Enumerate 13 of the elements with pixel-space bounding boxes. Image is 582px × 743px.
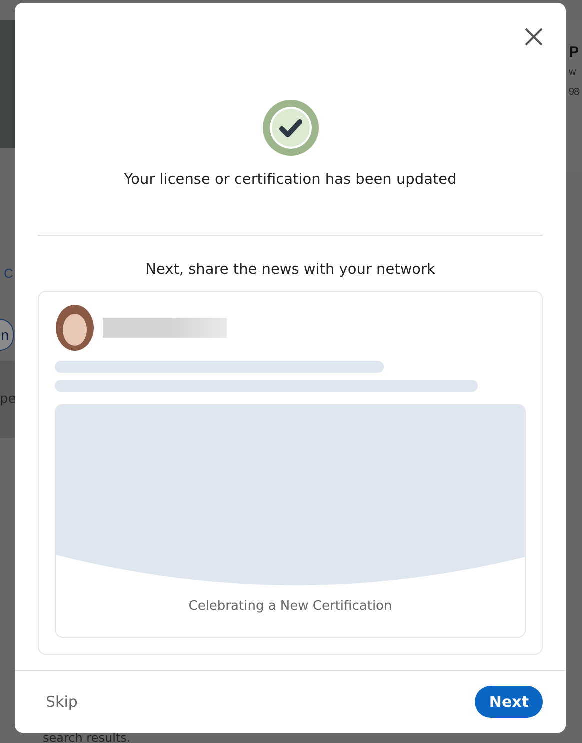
close-icon bbox=[525, 28, 543, 46]
check-icon bbox=[262, 100, 318, 156]
avatar-icon bbox=[55, 304, 95, 352]
skip-button[interactable]: Skip bbox=[38, 689, 86, 715]
card-title: P bbox=[569, 44, 580, 61]
card-text: 98 bbox=[569, 86, 580, 100]
share-prompt: Next, share the news with your network bbox=[146, 262, 436, 278]
text: search results. bbox=[42, 733, 132, 743]
card-text: w bbox=[569, 66, 578, 80]
status-message: Your license or certification has been updated bbox=[124, 172, 457, 188]
pill-button[interactable]: n bbox=[0, 319, 14, 351]
preview-caption: Celebrating a New Certification bbox=[188, 599, 392, 614]
next-button[interactable]: Next bbox=[475, 686, 543, 718]
